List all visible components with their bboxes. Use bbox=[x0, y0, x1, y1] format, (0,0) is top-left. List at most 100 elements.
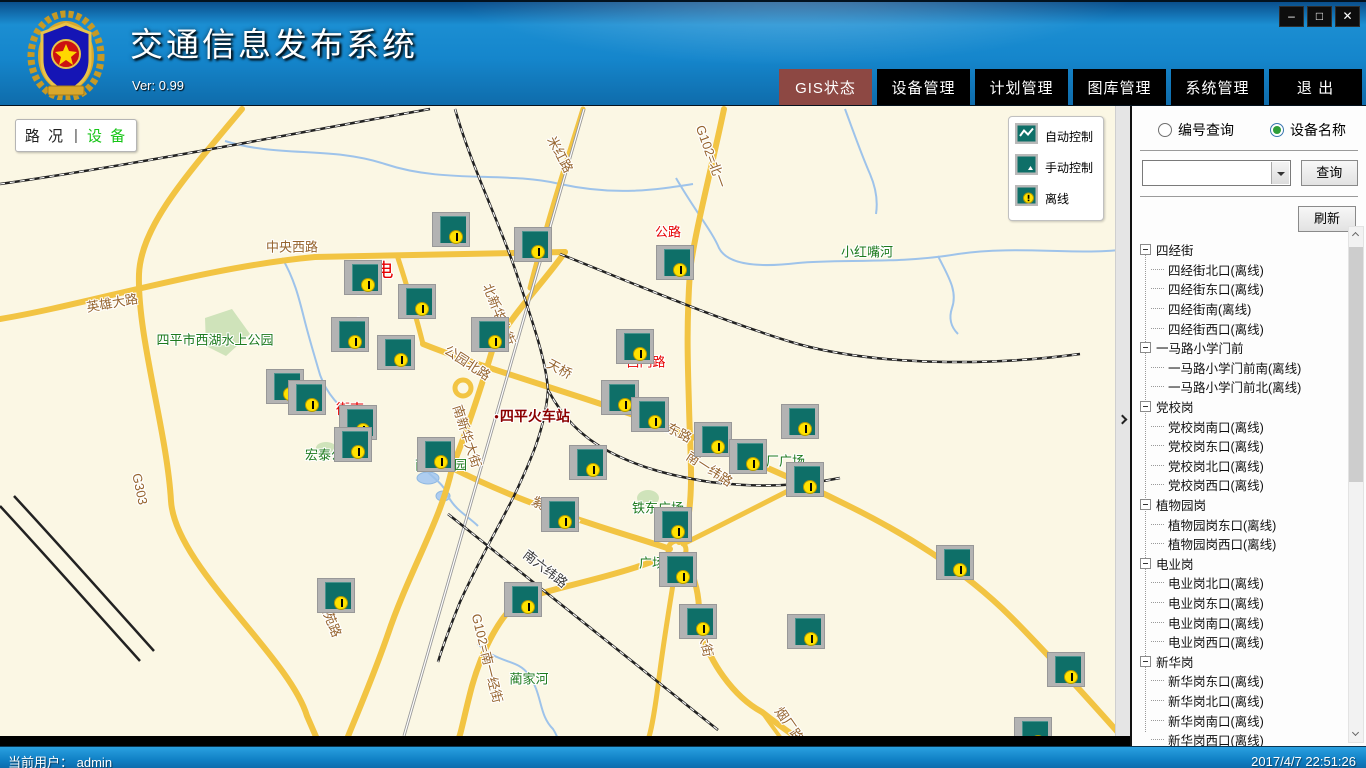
nav-tab[interactable]: 设备管理 bbox=[877, 69, 970, 105]
radio-icon[interactable] bbox=[1270, 123, 1284, 137]
nav-tab[interactable]: 图库管理 bbox=[1073, 69, 1166, 105]
tree-group-label: 植物园岗 bbox=[1156, 495, 1206, 514]
device-marker[interactable] bbox=[472, 318, 508, 351]
offline-warning-icon bbox=[415, 302, 429, 316]
device-marker[interactable] bbox=[505, 583, 541, 616]
collapse-minus-icon[interactable] bbox=[1140, 342, 1151, 353]
device-marker[interactable] bbox=[617, 330, 653, 363]
nav-tab[interactable]: 系统管理 bbox=[1171, 69, 1264, 105]
offline-warning-icon bbox=[586, 463, 600, 477]
radio-icon[interactable] bbox=[1158, 123, 1172, 137]
radio-device-name[interactable]: 设备名称 bbox=[1270, 120, 1346, 140]
tree-device-row[interactable]: 党校岗北口(离线) bbox=[1138, 456, 1366, 476]
device-marker[interactable] bbox=[399, 285, 435, 318]
search-row: 查询 bbox=[1132, 151, 1366, 186]
device-marker[interactable] bbox=[570, 446, 606, 479]
tree-device-row[interactable]: 四经街东口(离线) bbox=[1138, 279, 1366, 299]
minimize-button[interactable]: – bbox=[1279, 6, 1304, 27]
tree-device-row[interactable]: 新华岗北口(离线) bbox=[1138, 691, 1366, 711]
tree-device-row[interactable]: 党校岗东口(离线) bbox=[1138, 436, 1366, 456]
tree-group-row[interactable]: 新华岗 bbox=[1138, 651, 1366, 671]
tree-device-label: 党校岗北口(离线) bbox=[1168, 456, 1264, 475]
device-marker[interactable] bbox=[433, 213, 469, 246]
collapse-minus-icon[interactable] bbox=[1140, 499, 1151, 510]
device-marker[interactable] bbox=[318, 579, 354, 612]
scroll-up-button[interactable] bbox=[1349, 227, 1363, 243]
tree-device-row[interactable]: 植物园岗西口(离线) bbox=[1138, 534, 1366, 554]
close-button[interactable]: ✕ bbox=[1335, 6, 1360, 27]
tree-device-row[interactable]: 植物园岗东口(离线) bbox=[1138, 514, 1366, 534]
chevron-down-icon[interactable] bbox=[1271, 162, 1289, 184]
tree-group-row[interactable]: 四经街 bbox=[1138, 240, 1366, 260]
device-marker[interactable] bbox=[345, 261, 381, 294]
tree-device-row[interactable]: 一马路小学门前北(离线) bbox=[1138, 377, 1366, 397]
device-marker[interactable] bbox=[695, 423, 731, 456]
tree-group-row[interactable]: 一马路小学门前 bbox=[1138, 338, 1366, 358]
tree-device-row[interactable]: 电业岗东口(离线) bbox=[1138, 593, 1366, 613]
tree-device-row[interactable]: 新华岗南口(离线) bbox=[1138, 710, 1366, 730]
device-marker[interactable] bbox=[782, 405, 818, 438]
offline-warning-icon bbox=[804, 632, 818, 646]
device-marker[interactable] bbox=[289, 381, 325, 414]
radio-number-query[interactable]: 编号查询 bbox=[1158, 120, 1234, 140]
traffic-mode-button[interactable]: 路 况 bbox=[25, 125, 65, 146]
page-title: 交通信息发布系统 bbox=[130, 18, 418, 66]
tree-device-row[interactable]: 电业岗南口(离线) bbox=[1138, 612, 1366, 632]
maximize-button[interactable]: □ bbox=[1307, 6, 1332, 27]
offline-warning-icon bbox=[803, 480, 817, 494]
tree-group-row[interactable]: 电业岗 bbox=[1138, 554, 1366, 574]
device-select[interactable] bbox=[1142, 160, 1291, 186]
device-marker[interactable] bbox=[787, 463, 823, 496]
tree-device-row[interactable]: 四经街北口(离线) bbox=[1138, 260, 1366, 280]
device-mode-button[interactable]: 设 备 bbox=[87, 125, 127, 146]
chevron-up-icon bbox=[1352, 232, 1359, 239]
map-label: 小红嘴河 bbox=[841, 242, 893, 261]
nav-tab[interactable]: GIS状态 bbox=[779, 69, 872, 105]
tree-device-row[interactable]: 四经街南(离线) bbox=[1138, 299, 1366, 319]
device-marker[interactable] bbox=[542, 498, 578, 531]
device-marker[interactable] bbox=[378, 336, 414, 369]
user-prefix: 当前用户： bbox=[8, 755, 73, 768]
device-marker[interactable] bbox=[657, 246, 693, 279]
tree-device-row[interactable]: 党校岗南口(离线) bbox=[1138, 416, 1366, 436]
device-marker[interactable] bbox=[655, 508, 691, 541]
device-marker[interactable] bbox=[332, 318, 368, 351]
tree-device-row[interactable]: 电业岗北口(离线) bbox=[1138, 573, 1366, 593]
device-marker[interactable] bbox=[335, 428, 371, 461]
device-marker[interactable] bbox=[632, 398, 668, 431]
offline-warning-icon bbox=[746, 457, 760, 471]
scroll-down-button[interactable] bbox=[1349, 726, 1363, 742]
sidebar-collapse-handle[interactable] bbox=[1115, 106, 1130, 736]
nav-tab[interactable]: 退 出 bbox=[1269, 69, 1362, 105]
device-marker[interactable] bbox=[1048, 653, 1084, 686]
nav-tab[interactable]: 计划管理 bbox=[975, 69, 1068, 105]
tree-device-row[interactable]: 新华岗西口(离线) bbox=[1138, 730, 1366, 746]
tree-group-row[interactable]: 党校岗 bbox=[1138, 397, 1366, 417]
tree-device-label: 党校岗南口(离线) bbox=[1168, 417, 1264, 436]
tree-group-row[interactable]: 植物园岗 bbox=[1138, 495, 1366, 515]
gis-map-canvas[interactable]: 中央西路英雄大路公园北路北新华大街南新华大街天桥中央东路南一纬路紫气大路东山大街… bbox=[0, 106, 1130, 736]
device-marker[interactable] bbox=[418, 438, 454, 471]
device-marker[interactable] bbox=[730, 440, 766, 473]
device-marker[interactable] bbox=[680, 605, 716, 638]
query-button[interactable]: 查询 bbox=[1301, 160, 1358, 186]
tree-device-label: 一马路小学门前南(离线) bbox=[1168, 358, 1301, 377]
collapse-minus-icon[interactable] bbox=[1140, 244, 1151, 255]
device-marker[interactable] bbox=[788, 615, 824, 648]
offline-warning-icon bbox=[673, 263, 687, 277]
device-marker[interactable] bbox=[660, 553, 696, 586]
scrollbar-thumb[interactable] bbox=[1349, 247, 1363, 482]
device-marker[interactable] bbox=[515, 228, 551, 261]
tree-device-row[interactable]: 一马路小学门前南(离线) bbox=[1138, 358, 1366, 378]
tree-device-label: 四经街南(离线) bbox=[1168, 299, 1251, 318]
tree-device-row[interactable]: 新华岗东口(离线) bbox=[1138, 671, 1366, 691]
tree-device-row[interactable]: 党校岗西口(离线) bbox=[1138, 475, 1366, 495]
device-marker[interactable] bbox=[1015, 718, 1051, 736]
collapse-minus-icon[interactable] bbox=[1140, 656, 1151, 667]
collapse-minus-icon[interactable] bbox=[1140, 401, 1151, 412]
tree-device-row[interactable]: 电业岗西口(离线) bbox=[1138, 632, 1366, 652]
collapse-minus-icon[interactable] bbox=[1140, 558, 1151, 569]
device-marker[interactable] bbox=[937, 546, 973, 579]
tree-device-label: 电业岗南口(离线) bbox=[1168, 613, 1264, 632]
tree-device-row[interactable]: 四经街西口(离线) bbox=[1138, 318, 1366, 338]
